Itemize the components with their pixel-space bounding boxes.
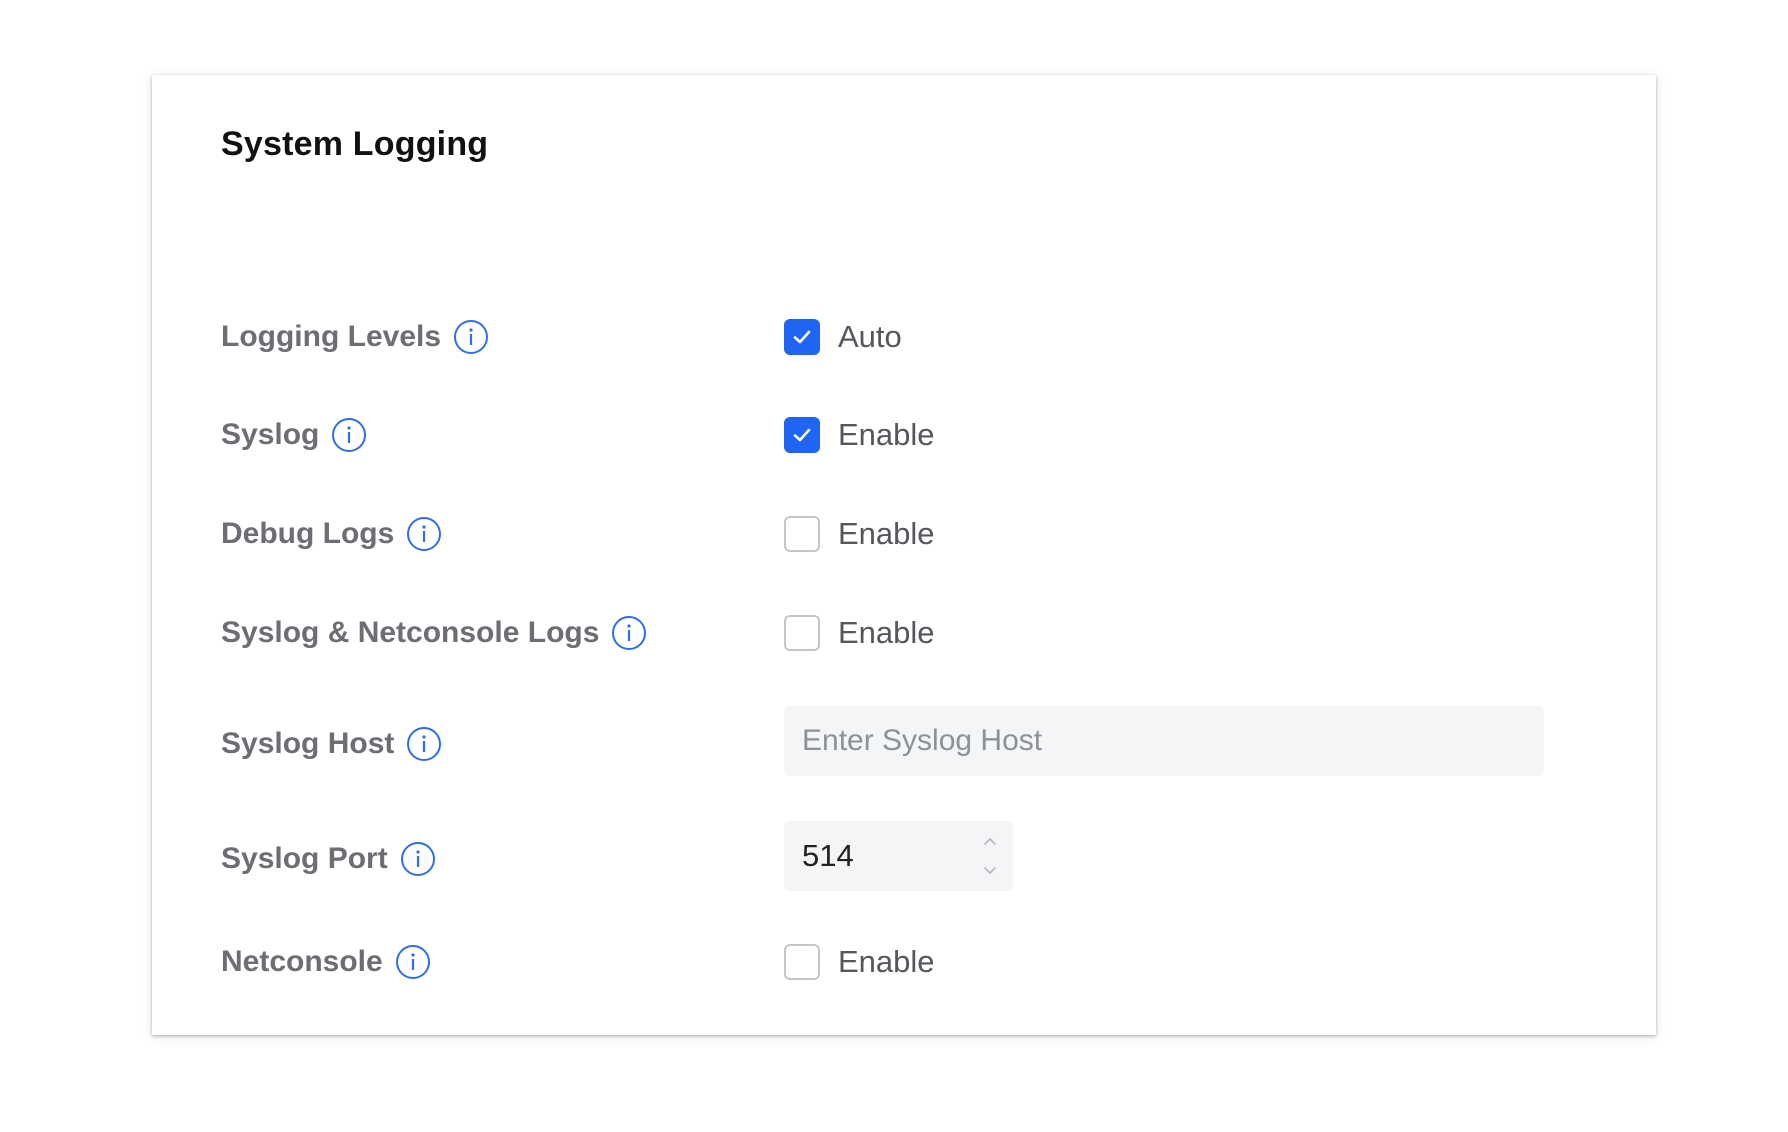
row-syslog-host: Syslog Host (152, 706, 1656, 776)
info-icon[interactable] (395, 944, 431, 980)
info-icon[interactable] (406, 726, 442, 762)
info-icon[interactable] (331, 417, 367, 453)
info-icon[interactable] (453, 319, 489, 355)
debug-logs-enable-checkbox[interactable] (784, 516, 820, 552)
row-syslog-netconsole-logs: Syslog & Netconsole Logs Enable (152, 603, 1656, 663)
syslog-netconsole-logs-option-label: Enable (838, 615, 935, 650)
syslog-port-value: 514 (802, 838, 854, 873)
info-icon[interactable] (611, 615, 647, 651)
info-icon[interactable] (400, 841, 436, 877)
label-syslog: Syslog (221, 418, 320, 451)
debug-logs-option-label: Enable (838, 516, 935, 551)
row-syslog: Syslog Enable (152, 405, 1656, 465)
row-debug-logs: Debug Logs Enable (152, 504, 1656, 564)
label-syslog-netconsole-logs: Syslog & Netconsole Logs (221, 616, 600, 649)
syslog-option-label: Enable (838, 417, 935, 452)
label-netconsole: Netconsole (221, 945, 383, 978)
check-icon (793, 428, 811, 442)
row-logging-levels: Logging Levels Auto (152, 307, 1656, 367)
label-debug-logs: Debug Logs (221, 517, 395, 550)
logging-levels-option-label: Auto (838, 319, 902, 354)
check-icon (793, 330, 811, 344)
chevron-up-icon[interactable] (979, 831, 1001, 853)
syslog-port-input[interactable]: 514 (784, 821, 1013, 891)
netconsole-enable-checkbox[interactable] (784, 944, 820, 980)
syslog-host-input[interactable] (784, 706, 1544, 776)
label-syslog-port: Syslog Port (221, 842, 388, 875)
row-syslog-port: Syslog Port 514 (152, 821, 1656, 891)
logging-levels-checkbox[interactable] (784, 319, 820, 355)
label-syslog-host: Syslog Host (221, 727, 395, 760)
syslog-netconsole-logs-enable-checkbox[interactable] (784, 615, 820, 651)
port-stepper (979, 831, 1001, 881)
row-netconsole: Netconsole Enable (152, 932, 1656, 992)
card-title: System Logging (221, 125, 489, 163)
label-logging-levels: Logging Levels (221, 320, 442, 353)
netconsole-option-label: Enable (838, 944, 935, 979)
info-icon[interactable] (406, 516, 442, 552)
syslog-enable-checkbox[interactable] (784, 417, 820, 453)
chevron-down-icon[interactable] (979, 859, 1001, 881)
system-logging-card: System Logging Logging Levels Auto Syslo… (152, 75, 1656, 1035)
